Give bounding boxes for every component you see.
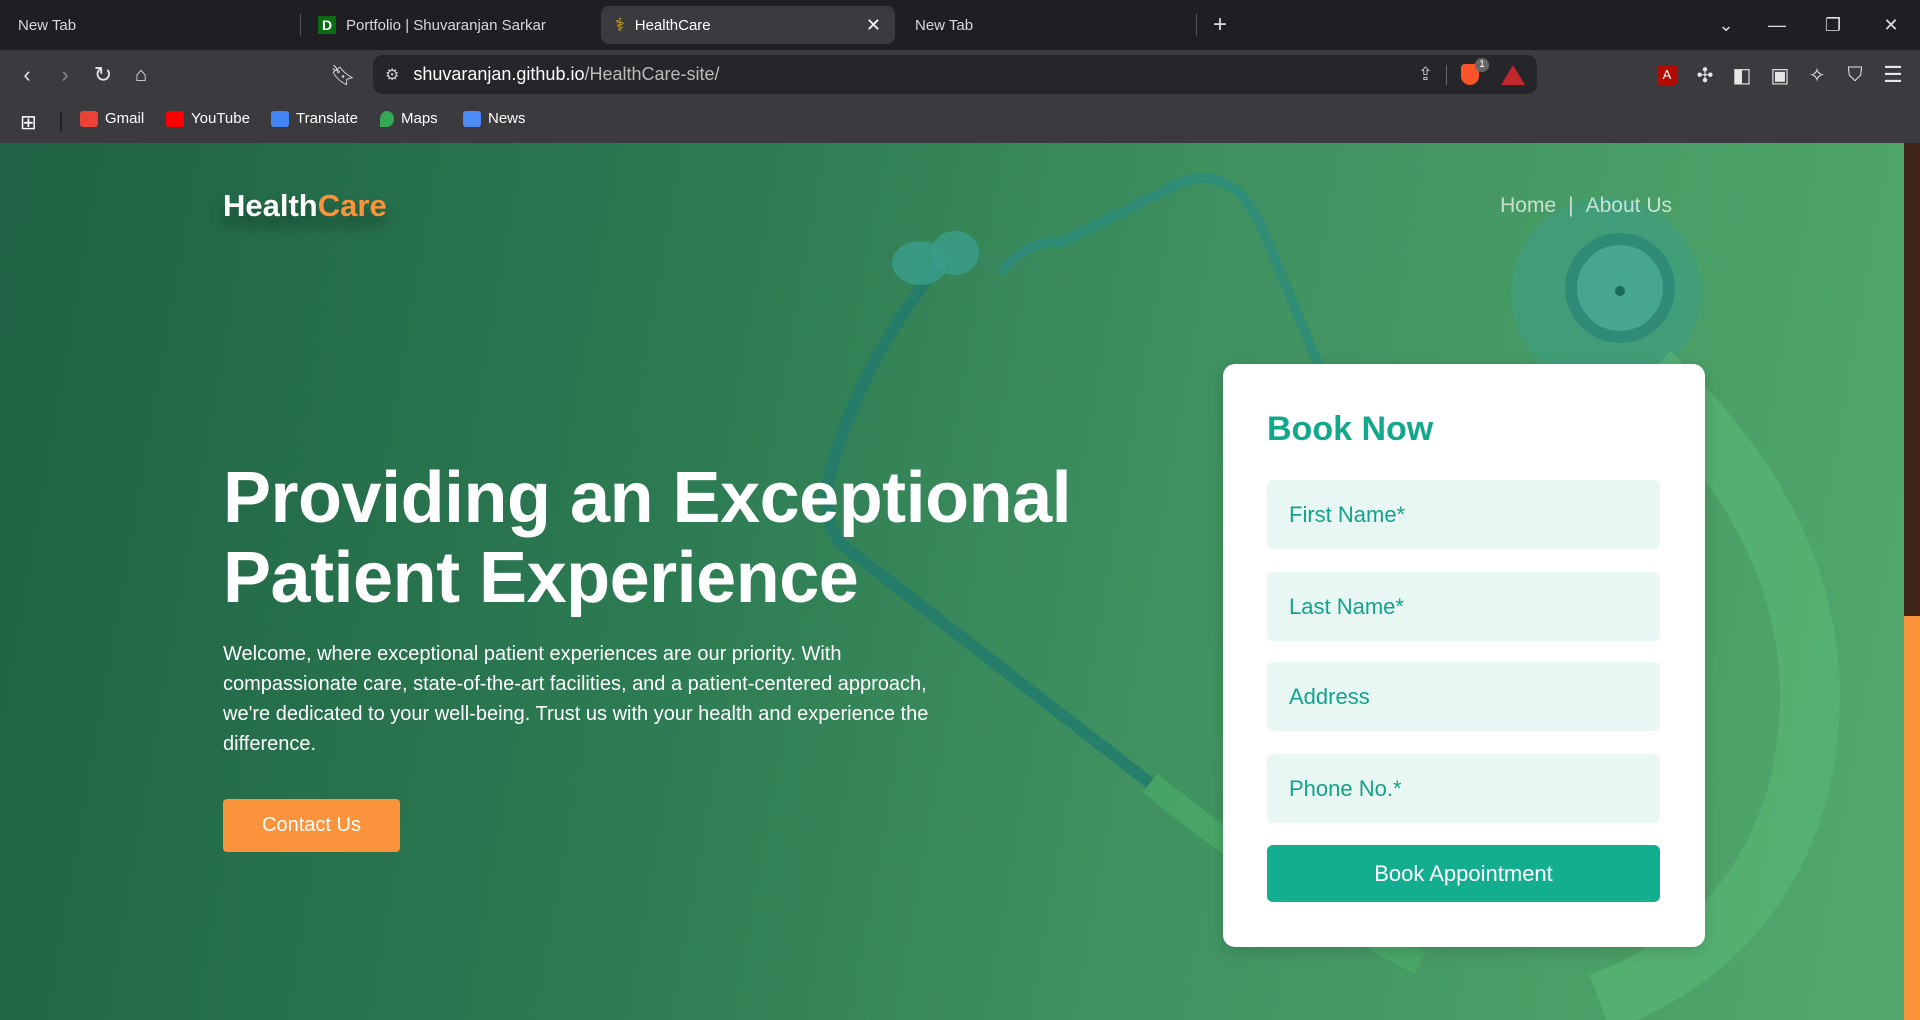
url-host: shuvaranjan.github.io bbox=[413, 64, 585, 84]
bookmark-label: Gmail bbox=[105, 110, 145, 127]
address-bar[interactable]: ⚙ shuvaranjan.github.io/HealthCare-site/… bbox=[373, 55, 1537, 94]
first-name-input[interactable] bbox=[1267, 480, 1660, 549]
tab-bar: New Tab D Portfolio | Shuvaranjan Sarkar … bbox=[0, 0, 1920, 50]
phone-input[interactable] bbox=[1267, 754, 1660, 823]
bookmark-news[interactable]: News bbox=[463, 110, 526, 127]
bookmark-youtube[interactable]: YouTube bbox=[166, 110, 250, 127]
wallet-icon[interactable]: ▣ bbox=[1765, 60, 1795, 90]
divider bbox=[1446, 65, 1447, 85]
site-logo[interactable]: HealthCare bbox=[223, 188, 387, 224]
extensions-puzzle-icon[interactable]: ✣ bbox=[1690, 60, 1720, 90]
nav-separator: | bbox=[1568, 194, 1574, 217]
nav-about-us[interactable]: About Us bbox=[1586, 194, 1672, 218]
apps-grid-icon[interactable]: ⊞ bbox=[20, 110, 37, 135]
translate-icon bbox=[271, 110, 289, 127]
scrollbar-thumb[interactable] bbox=[1904, 616, 1920, 1020]
tab-label: New Tab bbox=[18, 16, 77, 34]
bookmarks-bar: ⊞ Gmail YouTube Translate Maps News bbox=[0, 100, 1920, 143]
portfolio-favicon-icon: D bbox=[318, 16, 336, 34]
site-settings-icon[interactable]: ⚙ bbox=[385, 65, 399, 85]
bookmark-translate[interactable]: Translate bbox=[271, 110, 358, 127]
tab-label: HealthCare bbox=[634, 16, 711, 34]
gmail-icon bbox=[80, 110, 98, 127]
news-icon bbox=[463, 110, 481, 127]
leo-ai-icon[interactable]: ✧ bbox=[1802, 60, 1832, 90]
tab-portfolio[interactable]: D Portfolio | Shuvaranjan Sarkar bbox=[304, 6, 594, 44]
hero-title: Providing an Exceptional Patient Experien… bbox=[223, 458, 1223, 618]
back-icon[interactable]: ‹ bbox=[12, 60, 42, 90]
main-nav: Home | About Us bbox=[1500, 194, 1672, 218]
sidebar-icon[interactable]: ◧ bbox=[1727, 60, 1757, 90]
hero-section: HealthCare Home | About Us Providing an … bbox=[0, 143, 1904, 1020]
shields-count-badge: 1 bbox=[1475, 58, 1489, 72]
new-tab-plus-icon[interactable]: + bbox=[1205, 10, 1235, 40]
bookmark-gmail[interactable]: Gmail bbox=[80, 110, 144, 127]
logo-accent: Care bbox=[317, 188, 387, 223]
hero-description: Welcome, where exceptional patient exper… bbox=[223, 643, 929, 755]
bookmarks-divider bbox=[60, 112, 62, 132]
nav-home[interactable]: Home bbox=[1500, 194, 1556, 218]
tab-divider bbox=[300, 14, 301, 36]
scrollbar[interactable] bbox=[1904, 143, 1920, 1020]
bookmark-label: News bbox=[488, 110, 526, 127]
hero-title-line-2: Patient Experience bbox=[223, 538, 859, 618]
close-tab-icon[interactable]: ✕ bbox=[866, 15, 881, 36]
share-icon[interactable]: ⇪ bbox=[1418, 64, 1433, 85]
booking-form-title: Book Now bbox=[1267, 410, 1434, 448]
last-name-input[interactable] bbox=[1267, 572, 1660, 641]
menu-icon[interactable]: ☰ bbox=[1878, 60, 1908, 90]
tab-new-tab-2[interactable]: New Tab bbox=[901, 6, 1191, 44]
bookmark-label: Maps bbox=[401, 110, 438, 127]
address-input[interactable] bbox=[1267, 662, 1660, 731]
youtube-icon bbox=[166, 110, 184, 127]
brave-rewards-icon[interactable] bbox=[1501, 65, 1525, 85]
caduceus-favicon-icon: ⚕ bbox=[615, 14, 625, 35]
book-appointment-button[interactable]: Book Appointment bbox=[1267, 845, 1660, 902]
vpn-shield-icon[interactable]: ⛉ bbox=[1840, 60, 1870, 90]
url-path: /HealthCare-site/ bbox=[584, 64, 720, 84]
bookmark-icon[interactable]: 🔖︎ bbox=[328, 60, 358, 90]
tab-label: New Tab bbox=[915, 16, 974, 34]
bookmark-label: YouTube bbox=[191, 110, 250, 127]
reload-icon[interactable]: ↻ bbox=[88, 60, 118, 90]
minimize-icon[interactable]: — bbox=[1762, 10, 1792, 40]
booking-form-card: Book Now Book Appointment bbox=[1223, 364, 1705, 947]
restore-icon[interactable]: ❐ bbox=[1818, 10, 1848, 40]
bookmark-maps[interactable]: Maps bbox=[380, 110, 438, 127]
forward-icon[interactable]: › bbox=[50, 60, 80, 90]
contact-us-button[interactable]: Contact Us bbox=[223, 799, 400, 852]
tab-label: Portfolio | Shuvaranjan Sarkar bbox=[346, 16, 546, 34]
close-window-icon[interactable]: ✕ bbox=[1876, 10, 1906, 40]
pdf-extension-icon[interactable]: A bbox=[1657, 65, 1677, 85]
home-icon[interactable]: ⌂ bbox=[126, 60, 156, 90]
tab-divider bbox=[1196, 14, 1197, 36]
hero-title-line-1: Providing an Exceptional bbox=[223, 458, 1072, 538]
logo-primary: Health bbox=[223, 188, 318, 223]
toolbar: ‹ › ↻ ⌂ 🔖︎ ⚙ shuvaranjan.github.io/Healt… bbox=[0, 50, 1920, 100]
tab-new-tab-1[interactable]: New Tab bbox=[4, 6, 244, 44]
maps-pin-icon bbox=[380, 110, 394, 127]
bookmark-label: Translate bbox=[296, 110, 358, 127]
tab-search-chevron-icon[interactable]: ⌄ bbox=[1711, 10, 1741, 40]
tab-healthcare[interactable]: ⚕ HealthCare ✕ bbox=[601, 6, 895, 44]
